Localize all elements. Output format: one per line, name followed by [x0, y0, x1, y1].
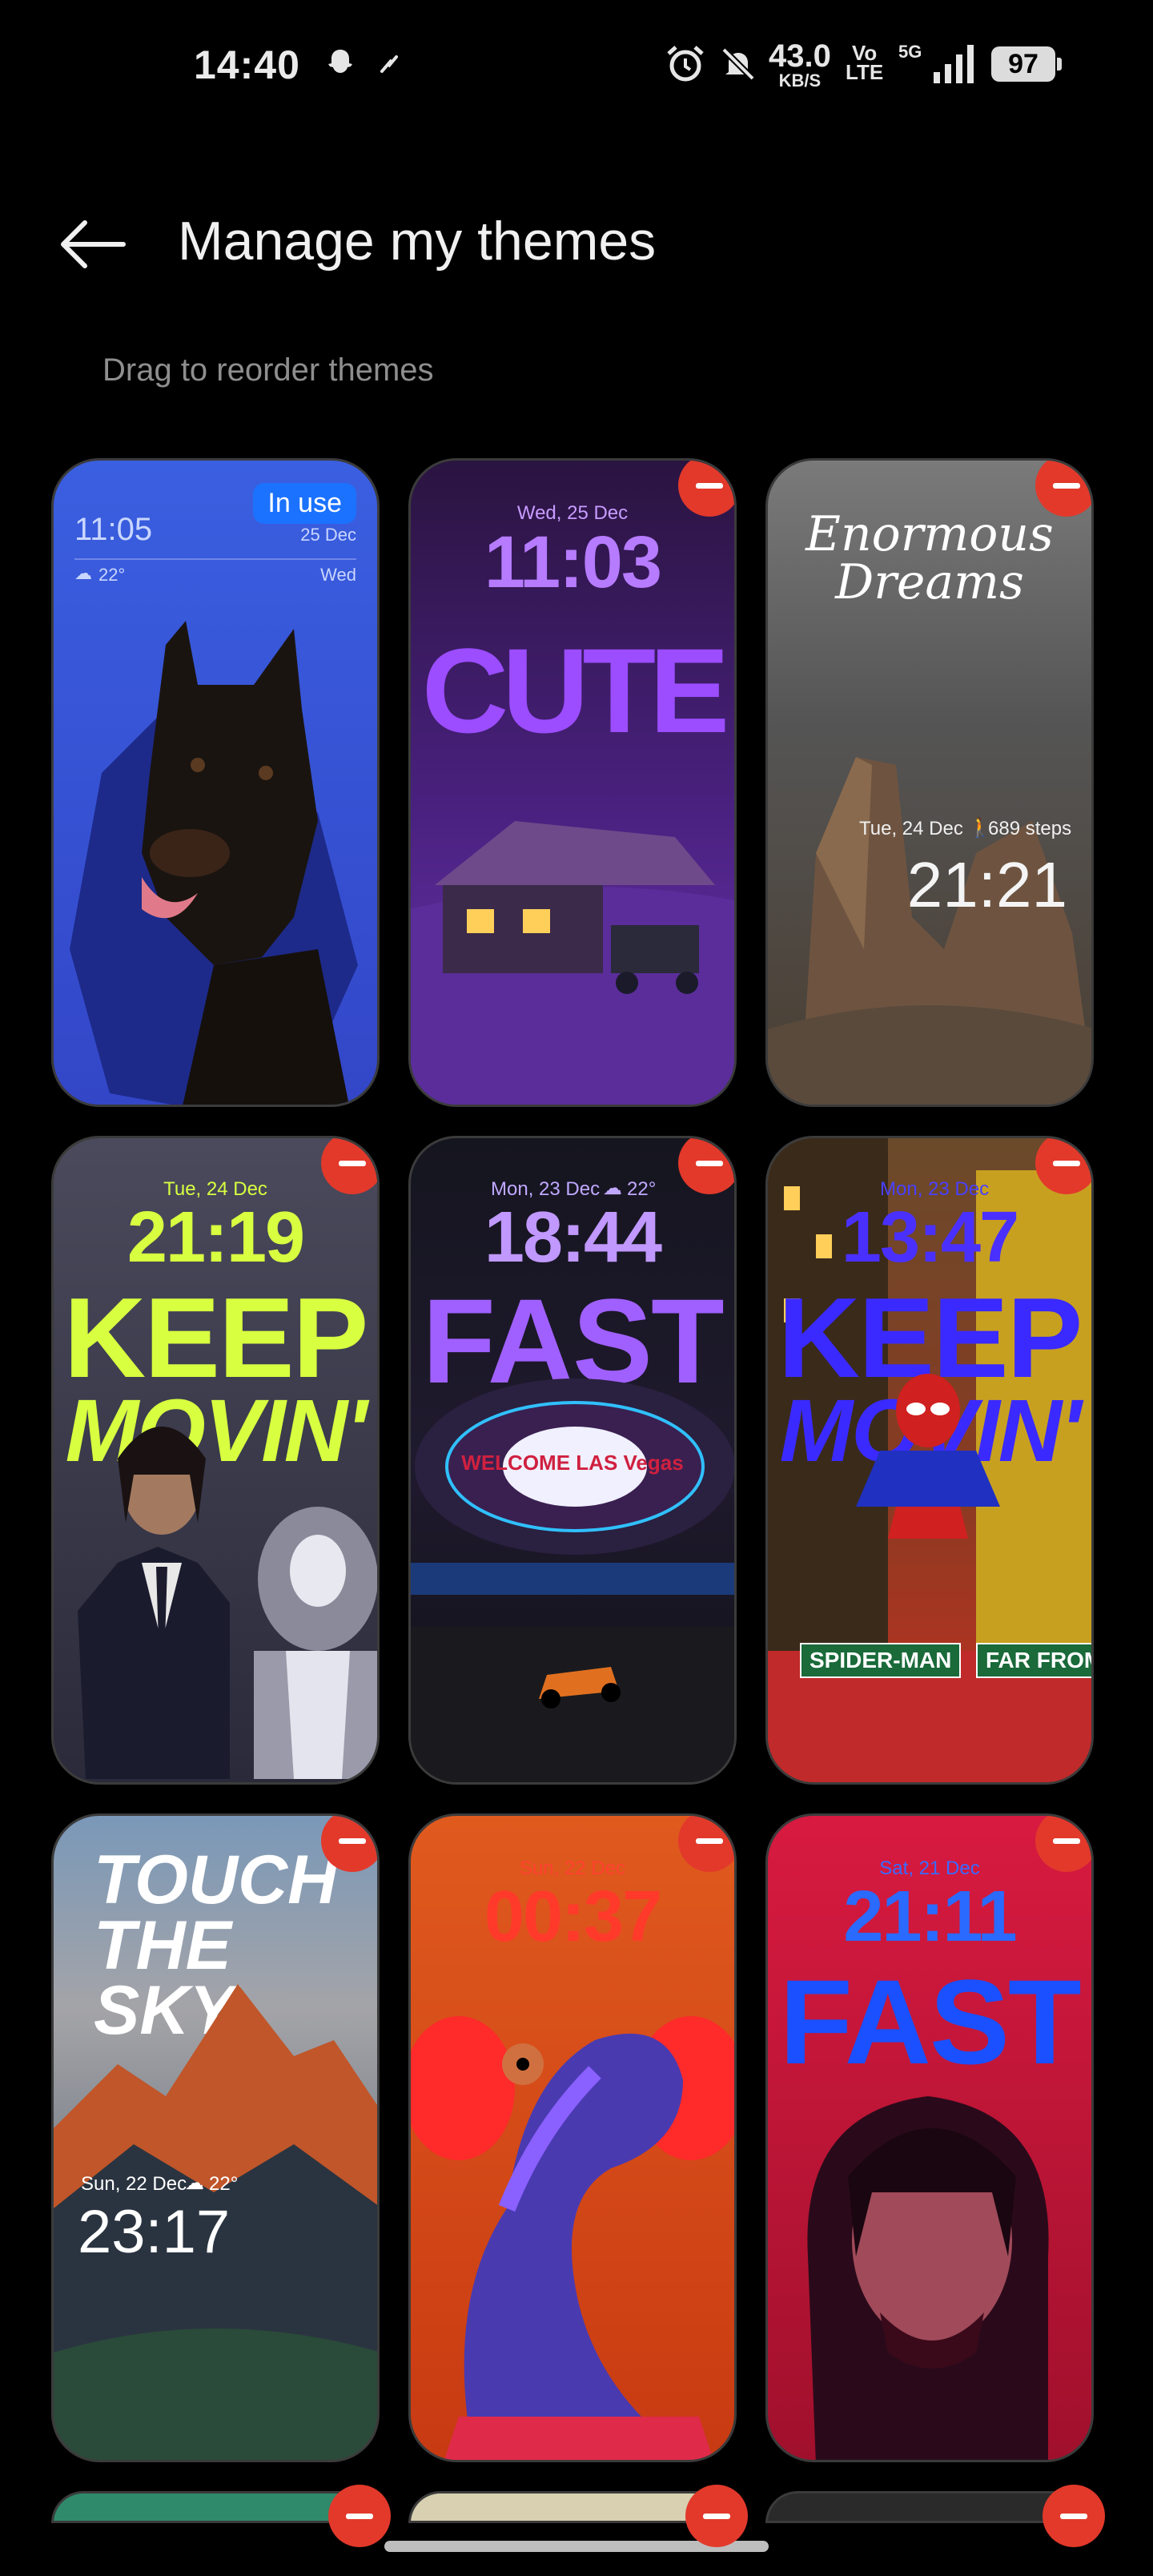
mute-icon [716, 42, 761, 87]
theme-date: Sun, 22 Dec [81, 2173, 187, 2195]
status-time: 14:40 [194, 42, 300, 87]
race-car-illustration [411, 1627, 734, 1782]
theme-card[interactable]: Enormous Dreams Tue, 24 Dec 🚶 689 steps … [765, 458, 1094, 1107]
portrait-illustration [807, 2096, 1049, 2460]
remove-theme-button[interactable] [1043, 2485, 1105, 2547]
in-use-badge: In use [253, 483, 356, 524]
dog-illustration [70, 621, 358, 1105]
theme-card[interactable]: In use 11:05 25 Dec ☁ 22° Wed [51, 458, 380, 1107]
theme-card[interactable]: Sat, 21 Dec 21:11 FAST [765, 1813, 1094, 2462]
theme-steps: 689 steps [988, 818, 1072, 839]
vegas-sign-illustration [411, 1379, 734, 1595]
spider-man-illustration [856, 1374, 1000, 1539]
arrow-left-icon [61, 220, 126, 268]
status-bar: 14:40 43.0 KB/S Vo LTE 5G 97 [0, 0, 1153, 128]
network-speed: 43.0 KB/S [769, 38, 831, 91]
remove-theme-button[interactable] [321, 1138, 377, 1194]
cloud-icon: ☁ [74, 563, 92, 583]
notification-icon [373, 42, 405, 87]
theme-card[interactable]: Wed, 25 Dec 11:03 CUTE [408, 458, 737, 1107]
theme-time: 11:03 [484, 521, 662, 603]
john-wick-illustration [78, 1427, 377, 1779]
remove-theme-button[interactable] [328, 2485, 391, 2547]
remove-theme-button[interactable] [685, 2485, 748, 2547]
theme-word-1: KEEP [63, 1274, 369, 1402]
theme-card[interactable]: TOUCH THE SKY Sun, 22 Dec ☁ 22° 23:17 [51, 1813, 380, 2462]
remove-theme-button[interactable] [321, 1816, 377, 1872]
alarm-icon [661, 42, 709, 87]
theme-script: Enormous Dreams [805, 506, 1054, 610]
snapchat-icon [320, 42, 360, 87]
theme-word: CUTE [421, 623, 729, 758]
theme-time: 23:17 [78, 2198, 231, 2266]
theme-date: 25 Dec [300, 525, 356, 545]
street-sign-2: FAR FROM HO [976, 1643, 1091, 1678]
theme-time: 21:21 [906, 849, 1067, 920]
theme-card[interactable]: Mon, 23 Dec 13:47 KEEP MOVIN' SPIDER-MAN… [765, 1136, 1094, 1785]
remove-theme-button[interactable] [678, 1816, 734, 1872]
volte-indicator: Vo LTE [846, 41, 884, 84]
network-type: 5G [898, 42, 922, 62]
theme-date: Tue, 24 Dec [859, 818, 963, 839]
theme-card[interactable]: Mon, 23 Dec ☁ 22° 18:44 FAST WELCOME LAS… [408, 1136, 737, 1785]
snake-illustration [411, 2016, 734, 2460]
theme-weather: 22° [98, 565, 126, 585]
page-subtitle: Drag to reorder themes [102, 352, 434, 388]
theme-time: 13:47 [841, 1197, 1019, 1278]
theme-day: Wed [320, 565, 356, 585]
theme-time: 00:37 [484, 1877, 662, 1957]
theme-time: 21:19 [127, 1197, 305, 1278]
remove-theme-button[interactable] [678, 461, 734, 517]
remove-theme-button[interactable] [1035, 461, 1091, 517]
cloud-icon: ☁ [185, 2172, 204, 2194]
back-button[interactable] [48, 200, 136, 288]
page-title: Manage my themes [178, 211, 657, 272]
theme-time: 21:11 [843, 1877, 1017, 1957]
remove-theme-button[interactable] [678, 1138, 734, 1194]
vegas-sign-text: WELCOME LAS Vegas [461, 1451, 684, 1475]
street-sign-1: SPIDER-MAN [800, 1643, 962, 1678]
cloud-icon: ☁ [603, 1177, 622, 1199]
theme-time: 18:44 [484, 1197, 662, 1278]
theme-card[interactable]: Sun, 22 Dec 00:37 [408, 1813, 737, 2462]
signal-icon [930, 42, 978, 87]
theme-card[interactable]: Tue, 24 Dec 21:19 KEEP MOVIN' [51, 1136, 380, 1785]
remove-theme-button[interactable] [1035, 1138, 1091, 1194]
cabin-illustration [411, 821, 734, 1105]
theme-time: 11:05 [74, 512, 153, 547]
battery-indicator: 97 [991, 46, 1062, 82]
theme-weather: 22° [209, 2173, 239, 2195]
remove-theme-button[interactable] [1035, 1816, 1091, 1872]
